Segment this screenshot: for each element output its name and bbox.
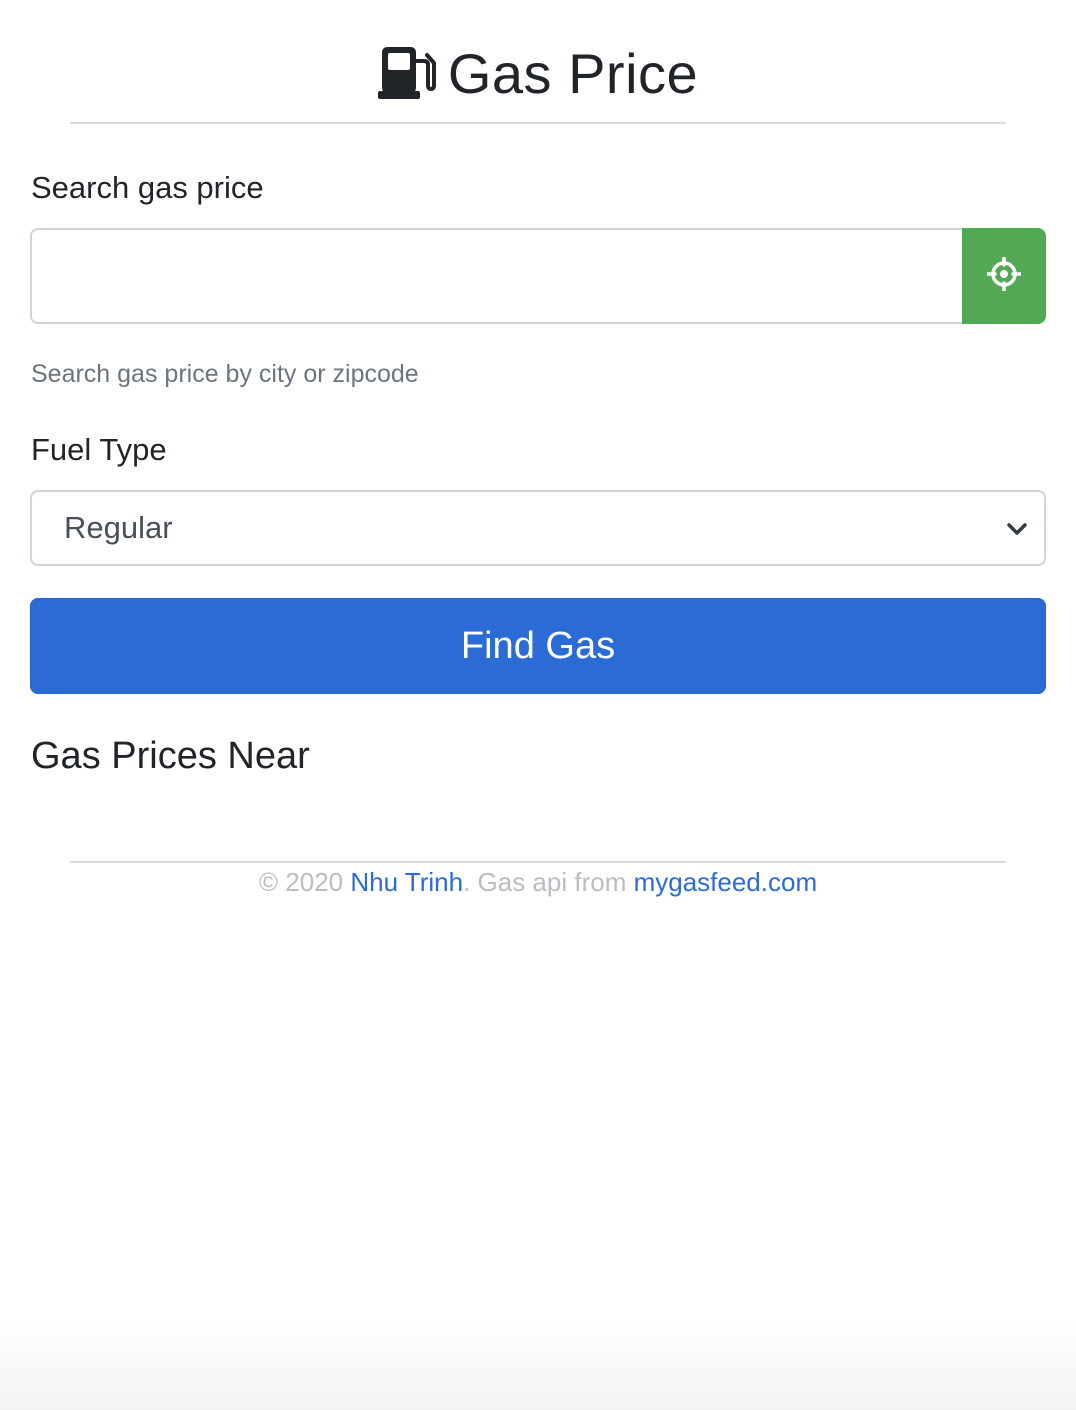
header-title-group: Gas Price xyxy=(377,30,699,116)
api-source-link[interactable]: mygasfeed.com xyxy=(634,867,818,897)
results-heading: Gas Prices Near xyxy=(31,735,310,777)
author-link[interactable]: Nhu Trinh xyxy=(350,867,463,897)
fuel-type-selected-value: Regular xyxy=(64,510,173,545)
chevron-down-icon xyxy=(1006,518,1028,545)
locate-button[interactable] xyxy=(962,228,1046,324)
find-gas-button[interactable]: Find Gas xyxy=(30,598,1046,694)
footer-divider xyxy=(70,861,1006,863)
search-label: Search gas price xyxy=(31,170,264,205)
page-title: Gas Price xyxy=(447,41,699,105)
gas-pump-icon xyxy=(377,45,436,101)
search-help-text: Search gas price by city or zipcode xyxy=(31,360,419,388)
page-header: Gas Price xyxy=(70,30,1006,124)
footer: © 2020 Nhu Trinh. Gas api from mygasfeed… xyxy=(70,867,1006,898)
search-input[interactable] xyxy=(30,228,962,324)
search-input-group xyxy=(30,228,1046,324)
footer-copyright: © 2020 xyxy=(258,867,351,897)
bottom-shade xyxy=(0,1320,1076,1410)
footer-api-text: . Gas api from xyxy=(463,867,634,897)
fuel-type-select[interactable]: Regular xyxy=(30,490,1046,566)
crosshairs-icon xyxy=(985,254,1023,296)
fuel-type-label: Fuel Type xyxy=(31,432,167,467)
page: Gas Price Search gas price Search gas pr… xyxy=(0,0,1076,1410)
